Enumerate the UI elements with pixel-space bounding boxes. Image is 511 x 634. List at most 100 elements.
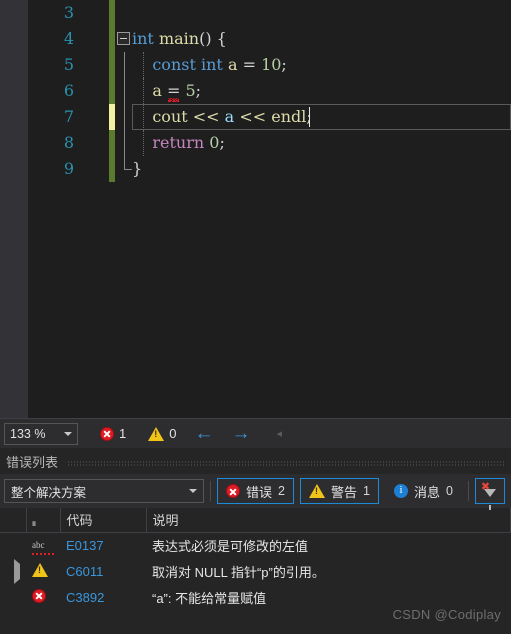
code-token: main — [158, 29, 200, 48]
error-circle-icon — [100, 426, 114, 441]
column-header-severity[interactable]: ▖ — [26, 508, 61, 533]
visual-studio-window: 3 4 int main() {5 const int a = 10; 6 a = 5… — [0, 0, 511, 634]
row-severity-cell — [26, 584, 60, 610]
change-tracking-bar — [109, 156, 115, 182]
navigate-forward-button[interactable]: → — [231, 424, 250, 443]
code-token: } — [132, 159, 143, 178]
code-token: { — [216, 29, 227, 48]
code-token: ; — [281, 55, 287, 74]
code-editor[interactable]: 3 4 int main() {5 const int a = 10; 6 a = 5… — [0, 0, 511, 418]
column-header-code[interactable]: 代码 — [60, 508, 147, 533]
code-line[interactable]: 3 — [28, 0, 511, 26]
change-tracking-bar — [109, 78, 115, 104]
code-token: ; — [219, 133, 225, 152]
row-description-cell: 表达式必须是可修改的左值 — [152, 538, 309, 554]
row-expander-cell — [0, 532, 26, 558]
row-code-cell[interactable]: C6011 — [60, 558, 146, 584]
code-line-text: return 0; — [132, 130, 225, 156]
line-number: 5 — [63, 55, 74, 74]
status-error-indicator[interactable]: 1 — [100, 426, 126, 441]
code-token: const — [152, 55, 196, 74]
warning-triangle-icon — [308, 484, 325, 498]
scope-dropdown[interactable]: 整个解决方案 — [4, 479, 204, 503]
text-caret — [309, 107, 310, 127]
status-collapse-icon[interactable]: ◂ — [276, 427, 282, 440]
code-token: << — [192, 107, 220, 126]
code-token: 0 — [209, 133, 220, 152]
row-code-cell[interactable]: E0137 — [60, 532, 146, 558]
code-token: int — [200, 55, 223, 74]
error-list-panel: 错误列表 整个解决方案 错误 2 警告 1 消息 0 — [0, 448, 511, 634]
code-line-text: cout << a << endl; — [132, 104, 311, 130]
code-line-text: const int a = 10; — [132, 52, 287, 78]
filter-warnings-count: 1 — [362, 484, 370, 498]
error-list-title-bar: 错误列表 — [0, 448, 511, 474]
error-list-table: ▖ 代码 说明 abc E0137 表达式必须是可修改的左值 C6011 取消对 NUL… — [0, 508, 511, 610]
table-row[interactable]: abc E0137 表达式必须是可修改的左值 — [0, 532, 511, 558]
sort-indicator-icon: ▖ — [32, 517, 39, 527]
chevron-down-icon — [189, 489, 197, 493]
error-circle-icon — [226, 484, 240, 498]
line-number: 4 — [63, 29, 74, 48]
error-list-title: 错误列表 — [6, 454, 59, 470]
row-severity-cell — [26, 558, 60, 584]
filter-messages-button[interactable]: 消息 0 — [385, 478, 462, 504]
chevron-right-icon[interactable] — [14, 558, 20, 584]
line-number: 8 — [63, 133, 74, 152]
code-line[interactable]: 8 return 0; — [28, 130, 511, 156]
filter-warnings-label: 警告 — [330, 484, 357, 500]
block-structure-guide — [124, 156, 132, 170]
block-structure-guide — [124, 78, 125, 104]
line-number: 7 — [63, 107, 74, 126]
line-number: 6 — [63, 81, 74, 100]
code-token: = — [237, 55, 262, 74]
navigate-back-button[interactable]: ← — [194, 424, 213, 443]
clear-filter-button[interactable]: ✖ — [474, 478, 505, 510]
code-token: int — [132, 29, 154, 48]
code-surface[interactable]: 3 4 int main() {5 const int a = 10; 6 a = 5… — [28, 0, 511, 418]
error-circle-icon — [32, 588, 46, 603]
code-token: << — [239, 107, 267, 126]
column-header-description[interactable]: 说明 — [146, 508, 511, 533]
row-code-cell[interactable]: C3892 — [60, 584, 146, 610]
code-line[interactable]: 7 cout << a << endl; — [28, 104, 511, 130]
code-token: 10 — [261, 55, 282, 74]
toolbar-divider — [210, 481, 211, 501]
filter-messages-label: 消息 — [413, 484, 440, 500]
chevron-down-icon — [64, 431, 72, 436]
collapse-region-icon[interactable] — [117, 32, 130, 45]
block-structure-guide — [124, 104, 125, 130]
status-warning-indicator[interactable]: 0 — [148, 426, 176, 441]
code-line[interactable]: 5 const int a = 10; — [28, 52, 511, 78]
code-line[interactable]: 6 a = 5; — [28, 78, 511, 104]
block-structure-guide — [124, 130, 125, 156]
status-error-count: 1 — [119, 426, 127, 441]
block-structure-guide — [124, 52, 125, 78]
change-tracking-bar — [109, 104, 115, 130]
error-list-toolbar: 整个解决方案 错误 2 警告 1 消息 0 ✖ — [0, 474, 511, 510]
filter-messages-count: 0 — [445, 484, 453, 498]
code-line[interactable]: 4 int main() { — [28, 26, 511, 52]
zoom-level-dropdown[interactable]: 133 % — [4, 422, 78, 445]
row-expander-cell[interactable] — [0, 558, 26, 584]
row-expander-cell — [0, 584, 26, 610]
code-line-list[interactable]: 3 4 int main() {5 const int a = 10; 6 a = 5… — [28, 0, 511, 182]
intellisense-abc-icon: abc — [32, 540, 54, 555]
error-list-body[interactable]: abc E0137 表达式必须是可修改的左值 C6011 取消对 NULL 指针“p”的… — [0, 532, 511, 610]
toolbar-divider — [467, 481, 469, 501]
table-row[interactable]: C6011 取消对 NULL 指针“p”的引用。 — [0, 558, 511, 584]
filter-warnings-button[interactable]: 警告 1 — [299, 478, 379, 504]
code-token: return — [152, 133, 205, 152]
line-number: 9 — [63, 159, 74, 178]
filter-errors-button[interactable]: 错误 2 — [217, 478, 294, 504]
code-line[interactable]: 9} — [28, 156, 511, 182]
code-line-text: a = 5; — [132, 78, 201, 104]
editor-status-bar: 133 % 1 0 ← → ◂ — [0, 418, 511, 448]
code-token: ; — [195, 81, 202, 100]
editor-left-margin-strip — [0, 0, 28, 418]
column-header-expander[interactable] — [0, 508, 27, 533]
